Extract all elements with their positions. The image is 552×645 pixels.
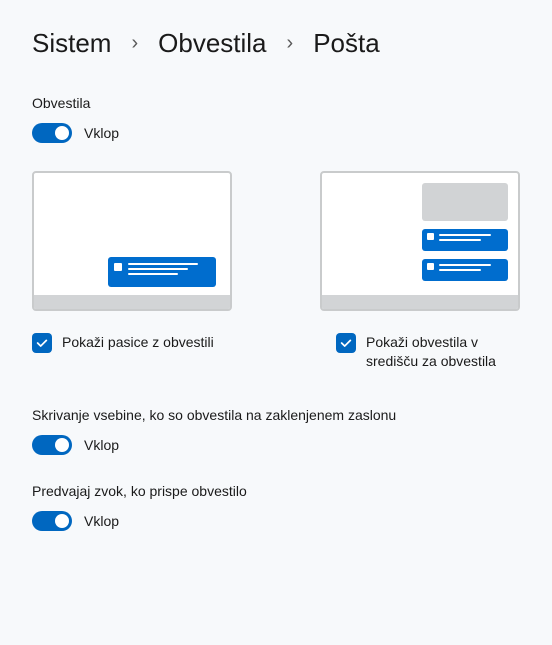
breadcrumb-mail[interactable]: Pošta bbox=[313, 28, 380, 59]
show-banners-label: Pokaži pasice z obvestili bbox=[62, 333, 214, 352]
sound-toggle-row: Vklop bbox=[32, 511, 520, 531]
hide-lock-toggle-state: Vklop bbox=[84, 437, 119, 453]
sound-setting: Predvajaj zvok, ko prispe obvestilo Vklo… bbox=[32, 483, 520, 531]
chevron-right-icon: › bbox=[131, 32, 138, 55]
check-icon bbox=[339, 336, 353, 350]
notifications-toggle-row: Vklop bbox=[32, 123, 520, 143]
hide-lock-toggle-row: Vklop bbox=[32, 435, 520, 455]
sound-label: Predvajaj zvok, ko prispe obvestilo bbox=[32, 483, 520, 499]
taskbar-icon bbox=[322, 295, 518, 309]
notifications-toggle[interactable] bbox=[32, 123, 72, 143]
breadcrumb-notifications[interactable]: Obvestila bbox=[158, 28, 266, 59]
banner-preview[interactable] bbox=[32, 171, 232, 311]
action-center-icon bbox=[422, 183, 508, 291]
notification-style-previews bbox=[32, 171, 520, 311]
show-action-center-checkbox[interactable] bbox=[336, 333, 356, 353]
notifications-toggle-state: Vklop bbox=[84, 125, 119, 141]
check-icon bbox=[35, 336, 49, 350]
breadcrumb-system[interactable]: Sistem bbox=[32, 28, 111, 59]
show-action-center-label: Pokaži obvestila v središču za obvestila bbox=[366, 333, 520, 371]
toggle-knob-icon bbox=[55, 438, 69, 452]
show-banners-checkbox[interactable] bbox=[32, 333, 52, 353]
hide-lock-setting: Skrivanje vsebine, ko so obvestila na za… bbox=[32, 407, 520, 455]
taskbar-icon bbox=[34, 295, 230, 309]
banner-notification-icon bbox=[108, 257, 216, 287]
toggle-knob-icon bbox=[55, 126, 69, 140]
hide-lock-label: Skrivanje vsebine, ko so obvestila na za… bbox=[32, 407, 520, 423]
breadcrumb: Sistem › Obvestila › Pošta bbox=[32, 28, 520, 59]
show-banners-row: Pokaži pasice z obvestili bbox=[32, 333, 232, 371]
toggle-knob-icon bbox=[55, 514, 69, 528]
notifications-setting: Obvestila Vklop bbox=[32, 95, 520, 143]
sound-toggle-state: Vklop bbox=[84, 513, 119, 529]
chevron-right-icon: › bbox=[287, 32, 294, 55]
sound-toggle[interactable] bbox=[32, 511, 72, 531]
action-center-preview[interactable] bbox=[320, 171, 520, 311]
hide-lock-toggle[interactable] bbox=[32, 435, 72, 455]
notifications-label: Obvestila bbox=[32, 95, 520, 111]
notification-style-checks: Pokaži pasice z obvestili Pokaži obvesti… bbox=[32, 333, 520, 371]
show-action-center-row: Pokaži obvestila v središču za obvestila bbox=[320, 333, 520, 371]
